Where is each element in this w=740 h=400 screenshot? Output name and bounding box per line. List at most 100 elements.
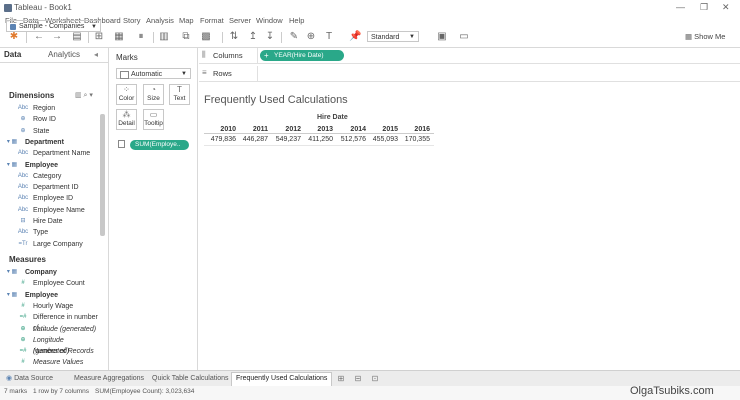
close-icon[interactable]: ✕ <box>722 2 730 13</box>
menu-map[interactable]: Map <box>179 16 194 25</box>
field-type-icon: =# <box>19 348 27 355</box>
folder-company[interactable]: ▾ ▦ Company <box>0 267 100 278</box>
field-item[interactable]: Abc Department ID <box>0 182 100 193</box>
data-source-select[interactable]: Sample - Companies ▼ <box>6 20 101 32</box>
tab-quick-table-calculations[interactable]: Quick Table Calculations <box>148 373 233 385</box>
text-button[interactable]: T Text <box>169 84 190 105</box>
tab-data-source[interactable]: ◉ Data Source <box>2 373 57 385</box>
status-rows-cols: 1 row by 7 columns <box>33 388 89 395</box>
size-button[interactable]: ◔ Size <box>143 84 164 105</box>
field-item[interactable]: ⊕ Longitude (generated) <box>0 335 100 355</box>
field-type-icon: ⊕ <box>20 116 26 123</box>
chevron-down-icon: ▼ <box>409 34 415 40</box>
cell-value[interactable]: 446,287 <box>238 136 268 143</box>
tooltip-button[interactable]: ▭ Tooltip <box>143 109 164 130</box>
field-item[interactable]: Abc Category <box>0 171 100 182</box>
tab-analytics[interactable]: Analytics <box>48 50 80 59</box>
folder-department[interactable]: ▾ ▦ Department <box>0 137 100 148</box>
marks-title: Marks <box>116 53 138 62</box>
tab-data[interactable]: Data <box>4 50 21 59</box>
labels-icon[interactable]: T <box>323 31 335 43</box>
folder-employee[interactable]: ▾ ▦ Employee <box>0 290 100 301</box>
menu-server[interactable]: Server <box>229 16 251 25</box>
field-type-icon: Abc <box>17 184 29 191</box>
highlight-icon[interactable]: ✎ <box>288 31 300 43</box>
swap-icon[interactable]: ⇅ <box>228 31 240 43</box>
detail-button[interactable]: ⁂ Detail <box>116 109 137 130</box>
year-header[interactable]: 2016 <box>400 126 430 133</box>
detail-icon: ⁂ <box>122 110 131 119</box>
minimize-icon[interactable]: — <box>676 2 685 12</box>
cell-value[interactable]: 479,836 <box>206 136 236 143</box>
new-worksheet-icon[interactable]: ▦ <box>113 31 125 43</box>
color-button[interactable]: ⁘ Color <box>116 84 137 105</box>
view-options-icon[interactable]: ▥ ⌕ ▾ <box>75 91 93 100</box>
new-sheet-icon[interactable]: ▥ <box>158 31 170 43</box>
mark-type-select[interactable]: Automatic ▼ <box>116 68 191 79</box>
collapse-icon[interactable]: ◂ <box>94 50 98 59</box>
menu-format[interactable]: Format <box>200 16 224 25</box>
field-label: Type <box>33 229 49 237</box>
year-header[interactable]: 2014 <box>336 126 366 133</box>
cell-value[interactable]: 455,093 <box>368 136 398 143</box>
tab-measure-aggregations[interactable]: Measure Aggregations <box>70 373 148 385</box>
pin-icon[interactable]: 📌 <box>349 31 361 43</box>
duplicate-icon[interactable]: ⧉ <box>180 31 192 43</box>
tab-frequently-used-calculations[interactable]: Frequently Used Calculations <box>231 372 333 386</box>
show-me-icon: ▦ <box>685 32 695 41</box>
cell-value[interactable]: 170,355 <box>400 136 430 143</box>
data-pane-scrollbar[interactable] <box>100 114 105 236</box>
status-sum: SUM(Employee Count): 3,023,634 <box>95 388 195 395</box>
field-item[interactable]: # Measure Values <box>0 357 100 368</box>
show-me-button[interactable]: ▦ Show Me <box>685 31 725 43</box>
show-cards-icon[interactable]: ▣ <box>436 31 448 43</box>
pause-updates-icon[interactable]: ⏸ <box>135 31 147 43</box>
field-item[interactable]: Abc Employee Name <box>0 205 100 216</box>
new-story-icon[interactable]: ⊡ <box>370 374 380 384</box>
cell-value[interactable]: 549,237 <box>271 136 301 143</box>
presentation-icon[interactable]: ▭ <box>458 31 470 43</box>
field-item[interactable]: ⊟ Hire Date <box>0 216 100 227</box>
field-label: Hire Date <box>33 218 63 225</box>
field-item[interactable]: # Employee Count <box>0 278 100 289</box>
year-header[interactable]: 2011 <box>238 126 268 133</box>
field-item[interactable]: Abc Department Name <box>0 148 100 159</box>
clear-sheet-icon[interactable]: ▩ <box>200 31 212 43</box>
field-item[interactable]: Abc Region <box>0 103 100 114</box>
field-label: Region <box>33 105 56 112</box>
cell-value[interactable]: 512,576 <box>336 136 366 143</box>
field-item[interactable]: =# Difference in number of ... <box>0 312 100 332</box>
menu-analysis[interactable]: Analysis <box>146 16 174 25</box>
sort-descending-icon[interactable]: ↧ <box>264 31 276 43</box>
year-header[interactable]: 2010 <box>206 126 236 133</box>
new-dashboard-icon[interactable]: ⊟ <box>353 374 363 384</box>
menu-story[interactable]: Story <box>123 16 141 25</box>
toolbar: ✱ ← → ▤ ⊞ ▦ ⏸ ▥ ⧉ ▩ ⇅ ↥ ↧ ✎ ⊕ T 📌 Standa… <box>0 28 740 48</box>
field-label: Number of Records <box>33 348 94 356</box>
year-header[interactable]: 2013 <box>303 126 333 133</box>
year-header[interactable]: 2015 <box>368 126 398 133</box>
sort-ascending-icon[interactable]: ↥ <box>247 31 259 43</box>
menu-help[interactable]: Help <box>289 16 304 25</box>
fit-dropdown[interactable]: Standard ▼ <box>367 31 419 42</box>
field-item[interactable]: =Tr Large Company <box>0 239 100 250</box>
field-item[interactable]: Abc Employee ID <box>0 193 100 204</box>
group-icon[interactable]: ⊕ <box>305 31 317 43</box>
sum-employee-count-pill[interactable]: SUM(Employe.. <box>130 140 189 150</box>
menu-window[interactable]: Window <box>256 16 283 25</box>
cell-value[interactable]: 411,250 <box>303 136 333 143</box>
field-item[interactable]: ⊕ Latitude (generated) <box>0 324 100 335</box>
field-item[interactable]: =# Number of Records <box>0 346 100 357</box>
field-item[interactable]: ⊕ State <box>0 126 100 137</box>
watermark: OlgaTsubiks.com <box>630 385 714 397</box>
year-hire-date-pill[interactable]: + YEAR(Hire Date) <box>260 50 344 61</box>
field-item[interactable]: ⊕ Row ID <box>0 114 100 125</box>
rows-shelf[interactable]: ≡ Rows <box>199 66 740 82</box>
maximize-icon[interactable]: ❐ <box>700 2 708 13</box>
field-item[interactable]: Abc Type <box>0 227 100 238</box>
field-type-icon: Abc <box>17 195 29 202</box>
field-item[interactable]: # Hourly Wage <box>0 301 100 312</box>
folder-employee[interactable]: ▾ ▦ Employee <box>0 160 100 171</box>
year-header[interactable]: 2012 <box>271 126 301 133</box>
new-worksheet-icon[interactable]: ⊞ <box>336 374 346 384</box>
